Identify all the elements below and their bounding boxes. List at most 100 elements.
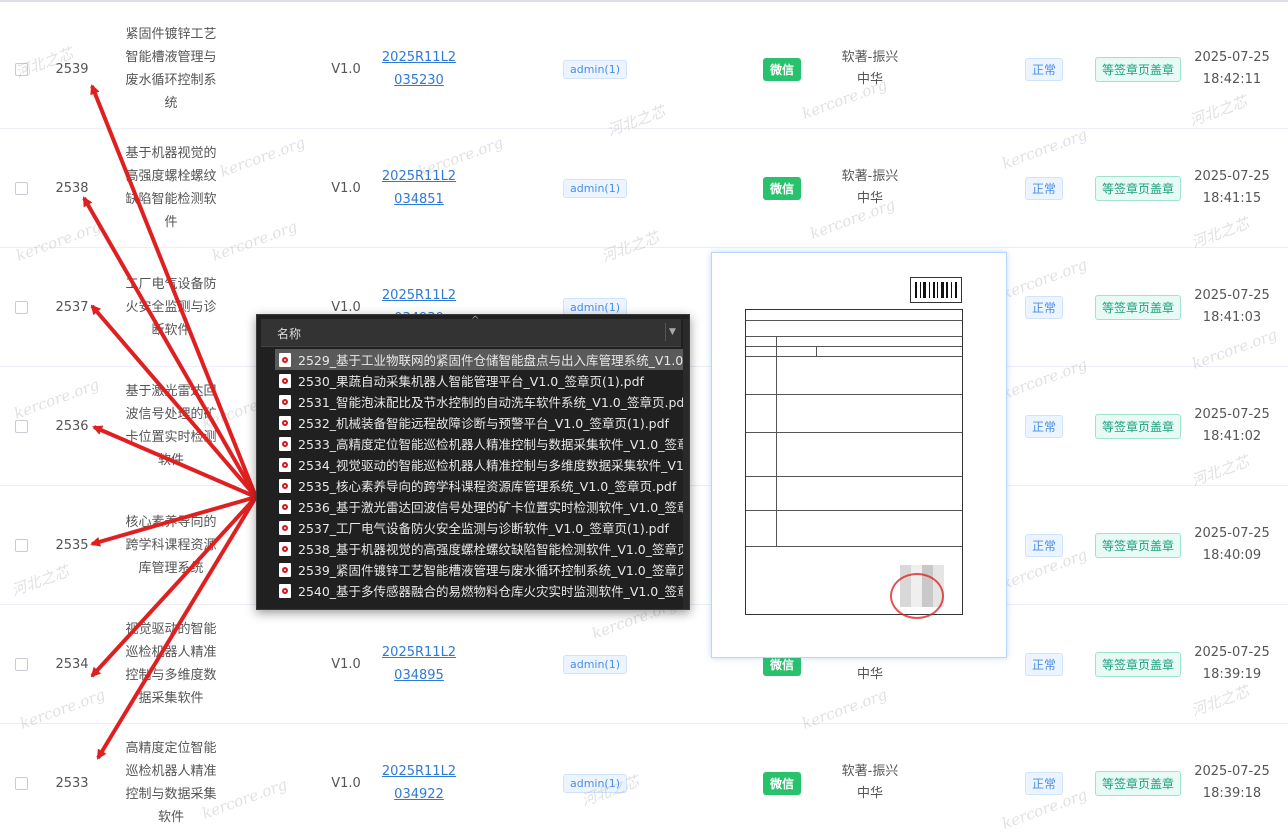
file-name: 2537_工厂电气设备防火安全监测与诊断软件_V1.0_签章页(1).pdf [298,521,669,536]
created-time: 2025-07-25 18:42:11 [1192,10,1272,128]
name-line: 件 [164,215,178,230]
file-name: 2530_果蔬自动采集机器人智能管理平台_V1.0_签章页(1).pdf [298,374,644,389]
stamp-cell: 等签章页盖章 [1090,605,1186,723]
document-preview[interactable] [711,252,1007,658]
file-item[interactable]: 2532_机械装备智能远程故障诊断与预警平台_V1.0_签章页(1).pdf 2 [275,412,689,433]
explorer-scrollbar[interactable] [683,319,689,609]
registration-number-link[interactable]: 2025R11L2 034851 [382,165,456,211]
stamp-status-badge: 等签章页盖章 [1094,294,1181,320]
record-id: 2533 [55,775,89,791]
pdf-icon [279,457,291,472]
reg_no-line: 2025R11L2 [381,645,457,660]
reg_no-line: 035230 [394,73,444,88]
name-line: 据采集软件 [138,691,204,706]
wechat-badge: 微信 [762,771,801,795]
status-cell: 正常 [1016,724,1072,834]
time-line: 2025-07-25 [1194,526,1270,541]
file-item[interactable]: 2530_果蔬自动采集机器人智能管理平台_V1.0_签章页(1).pdf 2 [275,370,689,391]
created-time: 2025-07-25 18:41:02 [1192,367,1272,485]
name-line: 火安全监测与诊 [125,299,217,315]
name-line: 断软件 [151,322,191,338]
org-line: 中华 [856,786,883,801]
row-select-cell [8,367,34,485]
user-cell: admin(1) [550,10,640,128]
status-badge: 正常 [1024,652,1063,676]
created-time: 2025-07-25 18:39:18 [1192,724,1272,834]
time-line: 18:40:09 [1202,548,1262,563]
row-checkbox[interactable] [14,419,28,433]
name-line: 软件 [157,453,184,468]
name-line: 工厂电气设备防 [125,276,217,292]
name-column-label: 名称 [277,327,302,341]
time-line: 2025-07-25 [1194,764,1270,779]
reg_no-line: 2025R11L2 [381,288,457,303]
created-time: 2025-07-25 18:39:19 [1192,605,1272,723]
reg_no-line: 2025R11L2 [381,764,457,779]
organization: 软著-振兴中华 [822,10,918,128]
file-item[interactable]: 2540_基于多传感器融合的易燃物料仓库火灾实时监测软件_V1.0_签章页.pd… [275,580,689,601]
row-checkbox[interactable] [14,181,28,195]
name-line: 基于激光雷达回 [125,384,217,399]
stamp-status-badge: 等签章页盖章 [1094,56,1181,82]
name-line: 视觉驱动的智能 [125,622,217,637]
status-badge: 正常 [1024,57,1063,81]
file-explorer-window[interactable]: 名称 ^ ▼ 2529_基于工业物联网的紧固件仓储智能盘点与出入库管理系统_V1… [256,314,690,610]
name-line: 缺陷智能检测软 [125,192,217,207]
registration-number-link[interactable]: 2025R11L2 034895 [382,641,456,687]
file-item[interactable]: 2539_紧固件镀锌工艺智能槽液管理与废水循环控制系统_V1.0_签章页.pdf… [275,559,689,580]
table-row: 2538 基于机器视觉的 高强度螺栓螺纹 缺陷智能检测软件 V1.0 2025R11… [0,129,1288,248]
table-top-border [0,0,1288,2]
file-name: 2531_智能泡沫配比及节水控制的自动洗车软件系统_V1.0_签章页.pdf [298,395,686,410]
file-item[interactable]: 2531_智能泡沫配比及节水控制的自动洗车软件系统_V1.0_签章页.pdf 2 [275,391,689,412]
row-checkbox[interactable] [14,62,28,76]
reg_no-line: 034922 [394,787,444,802]
row-checkbox[interactable] [14,776,28,790]
pdf-icon [279,415,291,430]
table-row: 2539 紧固件镀锌工艺 智能槽液管理与 废水循环控制系统 V1.0 2025R11… [0,10,1288,129]
file-item[interactable]: 2535_核心素养导向的跨学科课程资源库管理系统_V1.0_签章页.pdf 2 [275,475,689,496]
file-name: 2534_视觉驱动的智能巡检机器人精准控制与多维度数据采集软件_V1.0_签章页… [298,458,686,473]
version: V1.0 [331,180,361,196]
org-line: 软著-振兴 [841,169,899,184]
software-name: 基于激光雷达回 波信号处理的矿 卡位置实时检测 软件 [118,367,224,485]
org-line: 中华 [856,191,883,206]
registration-number-link[interactable]: 2025R11L2 035230 [382,46,456,92]
file-item[interactable]: 2538_基于机器视觉的高强度螺栓螺纹缺陷智能检测软件_V1.0_签章页.pdf… [275,538,689,559]
time-line: 2025-07-25 [1194,645,1270,660]
time-line: 2025-07-25 [1194,169,1270,184]
row-checkbox[interactable] [14,300,28,314]
registration-number-cell: 2025R11L2 035230 [370,10,468,128]
row-checkbox[interactable] [14,657,28,671]
channel-cell: 微信 [752,724,812,834]
row-select-cell [8,10,34,128]
software-name: 基于机器视觉的 高强度螺栓螺纹 缺陷智能检测软件 [118,129,224,247]
registration-number-link[interactable]: 2025R11L2 034922 [382,760,456,806]
name-line: 巡检机器人精准 [125,645,217,660]
chevron-down-icon[interactable]: ▼ [665,323,679,341]
user-tag: admin(1) [562,178,628,198]
file-name: 2539_紧固件镀锌工艺智能槽液管理与废水循环控制系统_V1.0_签章页.pdf [298,563,686,578]
file-item[interactable]: 2537_工厂电气设备防火安全监测与诊断软件_V1.0_签章页(1).pdf 2 [275,517,689,538]
sort-up-icon: ^ [471,315,480,326]
file-item[interactable]: 2536_基于激光雷达回波信号处理的矿卡位置实时检测软件_V1.0_签章页.pd… [275,496,689,517]
org-line: 软著-振兴 [841,764,899,779]
status-cell: 正常 [1016,486,1072,604]
stamp-cell: 等签章页盖章 [1090,10,1186,128]
time-line: 18:39:18 [1202,786,1262,801]
pdf-icon [279,352,291,367]
name-line: 跨学科课程资源 [125,537,217,553]
pdf-icon [279,478,291,493]
file-item[interactable]: 2529_基于工业物联网的紧固件仓储智能盘点与出入库管理系统_V1.0_签章页.… [275,349,689,370]
record-id: 2534 [55,656,89,672]
file-item[interactable]: 2534_视觉驱动的智能巡检机器人精准控制与多维度数据采集软件_V1.0_签章页… [275,454,689,475]
row-checkbox[interactable] [14,538,28,552]
channel-cell: 微信 [752,129,812,247]
file-item[interactable]: 2533_高精度定位智能巡检机器人精准控制与数据采集软件_V1.0_签章页.pd… [275,433,689,454]
version: V1.0 [331,775,361,791]
registration-number-cell: 2025R11L2 034895 [370,605,468,723]
record-id: 2539 [55,61,89,77]
file-list: 2529_基于工业物联网的紧固件仓储智能盘点与出入库管理系统_V1.0_签章页.… [275,349,689,601]
channel-cell: 微信 [752,10,812,128]
pdf-icon [279,499,291,514]
name-column-header[interactable]: 名称 ^ ▼ [261,315,681,347]
